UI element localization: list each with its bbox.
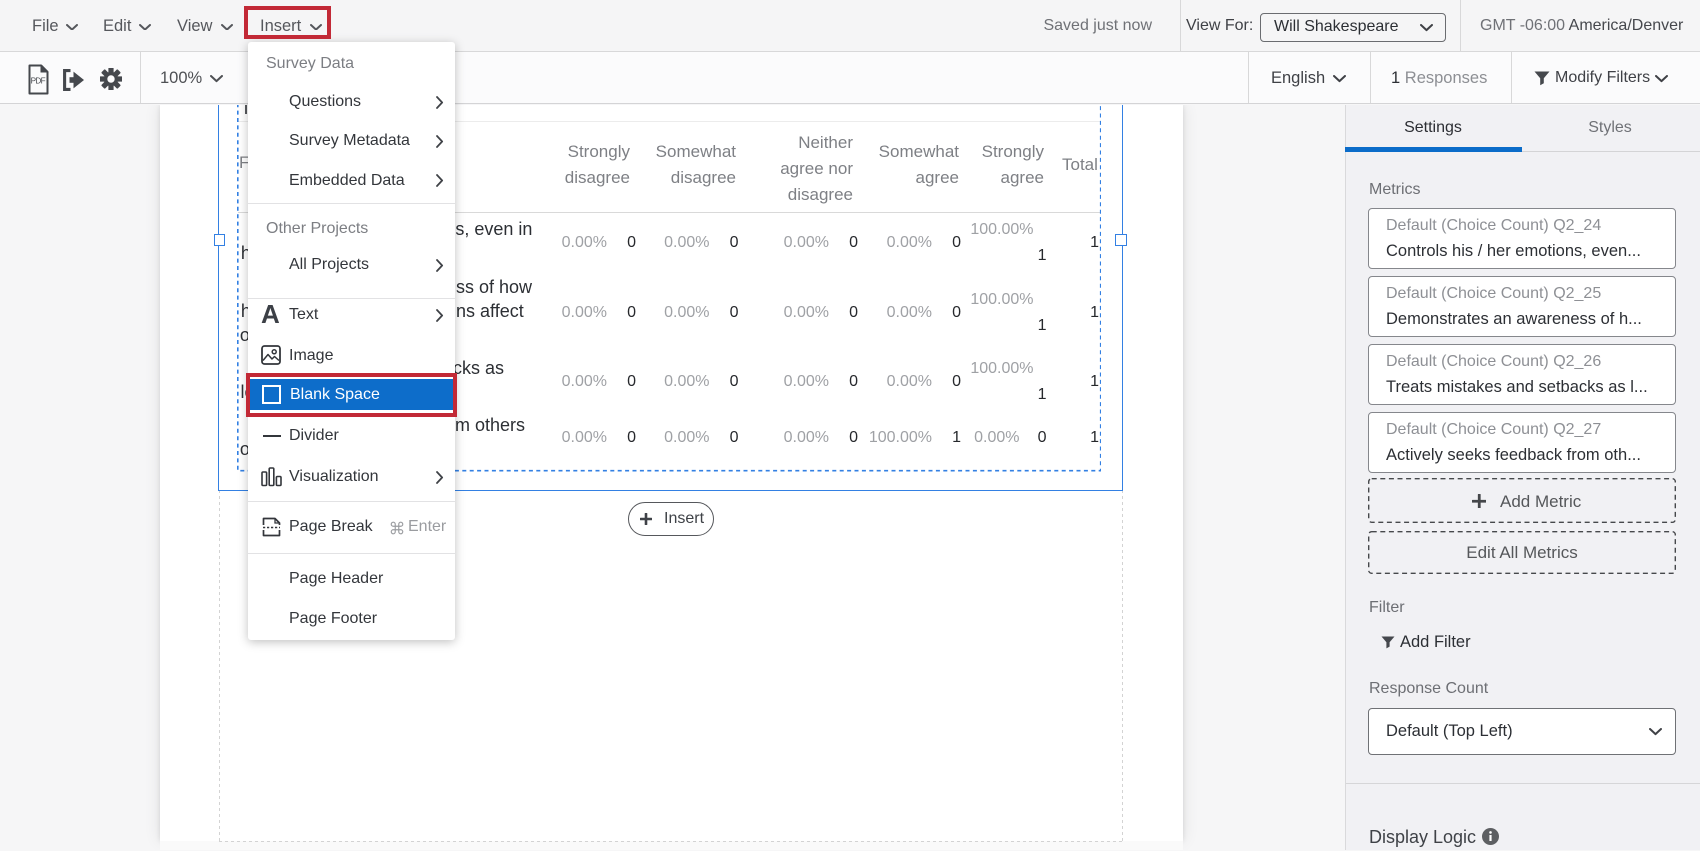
- svg-text:PDF: PDF: [30, 77, 45, 86]
